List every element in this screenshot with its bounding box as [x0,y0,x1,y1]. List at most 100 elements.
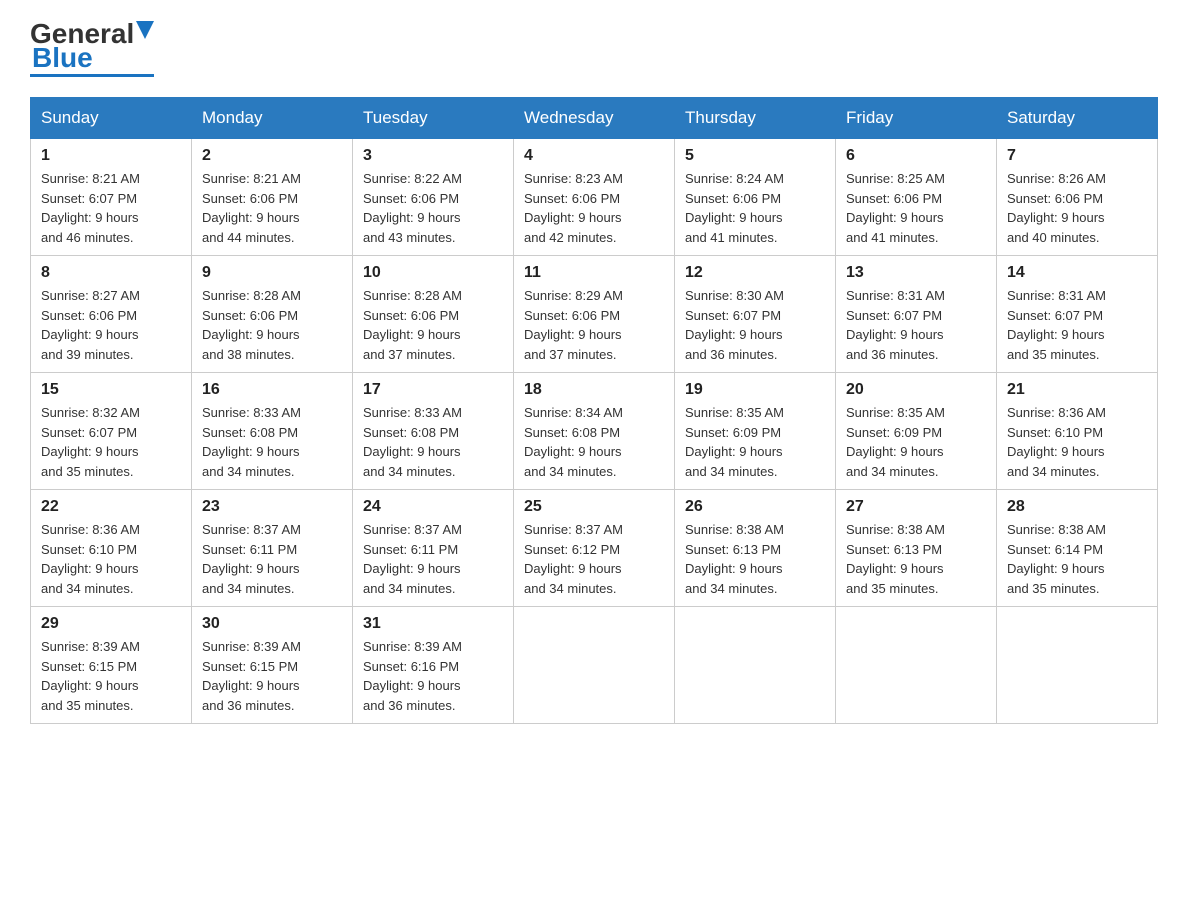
day-header-friday: Friday [836,98,997,139]
day-number: 8 [41,264,181,282]
day-number: 30 [202,615,342,633]
calendar-cell: 9 Sunrise: 8:28 AM Sunset: 6:06 PM Dayli… [192,256,353,373]
day-info: Sunrise: 8:35 AM Sunset: 6:09 PM Dayligh… [846,403,986,481]
calendar-cell: 24 Sunrise: 8:37 AM Sunset: 6:11 PM Dayl… [353,490,514,607]
day-header-tuesday: Tuesday [353,98,514,139]
calendar-cell: 15 Sunrise: 8:32 AM Sunset: 6:07 PM Dayl… [31,373,192,490]
day-number: 15 [41,381,181,399]
week-row-4: 22 Sunrise: 8:36 AM Sunset: 6:10 PM Dayl… [31,490,1158,607]
day-number: 19 [685,381,825,399]
day-number: 31 [363,615,503,633]
day-number: 1 [41,147,181,165]
day-header-sunday: Sunday [31,98,192,139]
calendar-cell: 12 Sunrise: 8:30 AM Sunset: 6:07 PM Dayl… [675,256,836,373]
calendar-cell: 25 Sunrise: 8:37 AM Sunset: 6:12 PM Dayl… [514,490,675,607]
logo-underline [30,74,154,77]
day-number: 12 [685,264,825,282]
day-info: Sunrise: 8:37 AM Sunset: 6:11 PM Dayligh… [202,520,342,598]
calendar-cell: 11 Sunrise: 8:29 AM Sunset: 6:06 PM Dayl… [514,256,675,373]
calendar-cell: 30 Sunrise: 8:39 AM Sunset: 6:15 PM Dayl… [192,607,353,724]
day-info: Sunrise: 8:26 AM Sunset: 6:06 PM Dayligh… [1007,169,1147,247]
calendar-cell: 16 Sunrise: 8:33 AM Sunset: 6:08 PM Dayl… [192,373,353,490]
day-number: 13 [846,264,986,282]
day-number: 29 [41,615,181,633]
calendar-cell: 28 Sunrise: 8:38 AM Sunset: 6:14 PM Dayl… [997,490,1158,607]
logo: General Blue [30,20,154,77]
calendar-cell: 19 Sunrise: 8:35 AM Sunset: 6:09 PM Dayl… [675,373,836,490]
calendar-cell: 1 Sunrise: 8:21 AM Sunset: 6:07 PM Dayli… [31,139,192,256]
day-number: 3 [363,147,503,165]
calendar-table: SundayMondayTuesdayWednesdayThursdayFrid… [30,97,1158,724]
day-info: Sunrise: 8:33 AM Sunset: 6:08 PM Dayligh… [363,403,503,481]
day-info: Sunrise: 8:28 AM Sunset: 6:06 PM Dayligh… [363,286,503,364]
calendar-cell: 27 Sunrise: 8:38 AM Sunset: 6:13 PM Dayl… [836,490,997,607]
calendar-cell: 8 Sunrise: 8:27 AM Sunset: 6:06 PM Dayli… [31,256,192,373]
day-info: Sunrise: 8:23 AM Sunset: 6:06 PM Dayligh… [524,169,664,247]
day-number: 22 [41,498,181,516]
calendar-cell: 23 Sunrise: 8:37 AM Sunset: 6:11 PM Dayl… [192,490,353,607]
calendar-cell: 21 Sunrise: 8:36 AM Sunset: 6:10 PM Dayl… [997,373,1158,490]
day-number: 28 [1007,498,1147,516]
calendar-header-row: SundayMondayTuesdayWednesdayThursdayFrid… [31,98,1158,139]
calendar-cell: 13 Sunrise: 8:31 AM Sunset: 6:07 PM Dayl… [836,256,997,373]
day-info: Sunrise: 8:34 AM Sunset: 6:08 PM Dayligh… [524,403,664,481]
calendar-cell: 10 Sunrise: 8:28 AM Sunset: 6:06 PM Dayl… [353,256,514,373]
day-info: Sunrise: 8:27 AM Sunset: 6:06 PM Dayligh… [41,286,181,364]
day-number: 10 [363,264,503,282]
day-number: 14 [1007,264,1147,282]
day-info: Sunrise: 8:24 AM Sunset: 6:06 PM Dayligh… [685,169,825,247]
day-number: 20 [846,381,986,399]
calendar-cell: 17 Sunrise: 8:33 AM Sunset: 6:08 PM Dayl… [353,373,514,490]
day-number: 7 [1007,147,1147,165]
day-info: Sunrise: 8:38 AM Sunset: 6:14 PM Dayligh… [1007,520,1147,598]
calendar-cell: 6 Sunrise: 8:25 AM Sunset: 6:06 PM Dayli… [836,139,997,256]
day-number: 4 [524,147,664,165]
calendar-cell [997,607,1158,724]
day-info: Sunrise: 8:33 AM Sunset: 6:08 PM Dayligh… [202,403,342,481]
day-number: 24 [363,498,503,516]
day-number: 11 [524,264,664,282]
day-info: Sunrise: 8:38 AM Sunset: 6:13 PM Dayligh… [846,520,986,598]
calendar-cell: 5 Sunrise: 8:24 AM Sunset: 6:06 PM Dayli… [675,139,836,256]
day-info: Sunrise: 8:38 AM Sunset: 6:13 PM Dayligh… [685,520,825,598]
day-header-monday: Monday [192,98,353,139]
day-number: 5 [685,147,825,165]
day-info: Sunrise: 8:28 AM Sunset: 6:06 PM Dayligh… [202,286,342,364]
day-number: 18 [524,381,664,399]
day-number: 21 [1007,381,1147,399]
day-info: Sunrise: 8:35 AM Sunset: 6:09 PM Dayligh… [685,403,825,481]
day-number: 17 [363,381,503,399]
day-number: 6 [846,147,986,165]
day-info: Sunrise: 8:29 AM Sunset: 6:06 PM Dayligh… [524,286,664,364]
page-header: General Blue [30,20,1158,77]
day-number: 23 [202,498,342,516]
day-info: Sunrise: 8:37 AM Sunset: 6:12 PM Dayligh… [524,520,664,598]
calendar-cell: 22 Sunrise: 8:36 AM Sunset: 6:10 PM Dayl… [31,490,192,607]
day-info: Sunrise: 8:32 AM Sunset: 6:07 PM Dayligh… [41,403,181,481]
calendar-cell [836,607,997,724]
calendar-cell: 14 Sunrise: 8:31 AM Sunset: 6:07 PM Dayl… [997,256,1158,373]
calendar-cell: 3 Sunrise: 8:22 AM Sunset: 6:06 PM Dayli… [353,139,514,256]
calendar-cell: 26 Sunrise: 8:38 AM Sunset: 6:13 PM Dayl… [675,490,836,607]
calendar-cell: 31 Sunrise: 8:39 AM Sunset: 6:16 PM Dayl… [353,607,514,724]
day-number: 26 [685,498,825,516]
day-info: Sunrise: 8:31 AM Sunset: 6:07 PM Dayligh… [1007,286,1147,364]
logo-triangle-icon [136,21,154,39]
calendar-cell: 7 Sunrise: 8:26 AM Sunset: 6:06 PM Dayli… [997,139,1158,256]
day-header-thursday: Thursday [675,98,836,139]
day-info: Sunrise: 8:39 AM Sunset: 6:16 PM Dayligh… [363,637,503,715]
day-number: 16 [202,381,342,399]
week-row-5: 29 Sunrise: 8:39 AM Sunset: 6:15 PM Dayl… [31,607,1158,724]
day-info: Sunrise: 8:36 AM Sunset: 6:10 PM Dayligh… [41,520,181,598]
logo-blue: Blue [32,44,93,72]
day-number: 2 [202,147,342,165]
day-info: Sunrise: 8:39 AM Sunset: 6:15 PM Dayligh… [202,637,342,715]
day-info: Sunrise: 8:30 AM Sunset: 6:07 PM Dayligh… [685,286,825,364]
calendar-cell: 20 Sunrise: 8:35 AM Sunset: 6:09 PM Dayl… [836,373,997,490]
day-info: Sunrise: 8:22 AM Sunset: 6:06 PM Dayligh… [363,169,503,247]
calendar-cell: 29 Sunrise: 8:39 AM Sunset: 6:15 PM Dayl… [31,607,192,724]
day-info: Sunrise: 8:39 AM Sunset: 6:15 PM Dayligh… [41,637,181,715]
calendar-cell: 4 Sunrise: 8:23 AM Sunset: 6:06 PM Dayli… [514,139,675,256]
day-number: 25 [524,498,664,516]
week-row-2: 8 Sunrise: 8:27 AM Sunset: 6:06 PM Dayli… [31,256,1158,373]
